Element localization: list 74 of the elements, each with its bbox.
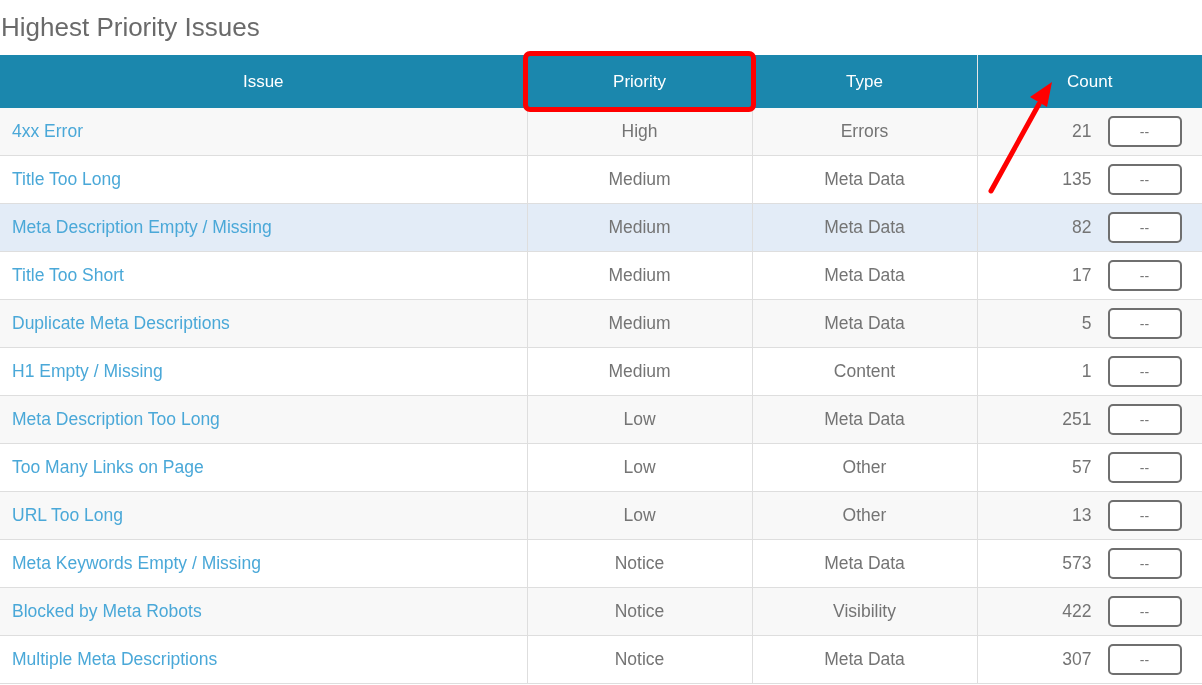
issue-link[interactable]: Too Many Links on Page — [12, 457, 204, 477]
issue-link[interactable]: 4xx Error — [12, 121, 83, 141]
table-row[interactable]: Meta Description Too Long Low Meta Data 251 -- — [0, 395, 1202, 444]
issue-link[interactable]: Multiple Meta Descriptions — [12, 649, 218, 669]
action-button[interactable]: -- — [1107, 452, 1182, 483]
issue-link[interactable]: Duplicate Meta Descriptions — [12, 313, 230, 333]
priority-text: Medium — [608, 265, 671, 285]
issue-link[interactable]: Title Too Long — [12, 169, 121, 189]
section-title: Highest Priority Issues — [0, 11, 261, 44]
action-button[interactable]: -- — [1107, 260, 1182, 291]
count-text: 422 — [1062, 601, 1092, 622]
priority-text: Notice — [614, 553, 665, 573]
priority-text: Medium — [608, 313, 671, 333]
table-row[interactable]: H1 Empty / Missing Medium Content 1 -- — [0, 347, 1202, 396]
issue-link[interactable]: Meta Keywords Empty / Missing — [12, 553, 261, 573]
type-text: Other — [842, 457, 887, 477]
count-text: 17 — [1072, 265, 1092, 286]
type-text: Content — [833, 361, 896, 381]
action-button[interactable]: -- — [1107, 308, 1182, 339]
action-button[interactable]: -- — [1107, 596, 1182, 627]
priority-text: Low — [623, 409, 656, 429]
priority-text: Medium — [608, 361, 671, 381]
priority-text: Low — [623, 505, 656, 525]
type-text: Meta Data — [824, 553, 905, 573]
issue-link[interactable]: Blocked by Meta Robots — [12, 601, 202, 621]
action-button[interactable]: -- — [1107, 212, 1182, 243]
count-text: 5 — [1081, 313, 1092, 334]
priority-text: Notice — [614, 601, 665, 621]
action-button[interactable]: -- — [1107, 116, 1182, 147]
priority-text: High — [621, 121, 658, 141]
count-text: 57 — [1072, 457, 1092, 478]
table-row[interactable]: Title Too Short Medium Meta Data 17 -- — [0, 251, 1202, 300]
count-text: 1 — [1081, 361, 1092, 382]
priority-text: Low — [623, 457, 656, 477]
table-row[interactable]: 4xx Error High Errors 21 -- — [0, 108, 1202, 156]
issue-link[interactable]: Meta Description Too Long — [12, 409, 220, 429]
action-button[interactable]: -- — [1107, 644, 1182, 675]
count-text: 13 — [1072, 505, 1092, 526]
action-button[interactable]: -- — [1107, 404, 1182, 435]
priority-text: Medium — [608, 169, 671, 189]
type-text: Visibility — [833, 601, 896, 621]
count-text: 307 — [1062, 649, 1092, 670]
count-text: 251 — [1062, 409, 1092, 430]
table-row[interactable]: URL Too Long Low Other 13 -- — [0, 491, 1202, 540]
count-text: 135 — [1062, 169, 1092, 190]
type-text: Meta Data — [824, 649, 905, 669]
column-header[interactable]: Count — [977, 55, 1202, 108]
type-text: Meta Data — [824, 409, 905, 429]
type-text: Meta Data — [824, 313, 905, 333]
issue-link[interactable]: URL Too Long — [12, 505, 123, 525]
count-text: 82 — [1072, 217, 1092, 238]
table-row[interactable]: Title Too Long Medium Meta Data 135 -- — [0, 155, 1202, 204]
count-text: 21 — [1072, 121, 1092, 142]
table-row[interactable]: Meta Keywords Empty / Missing Notice Meta Data 573 -- — [0, 539, 1202, 588]
table-row[interactable]: Multiple Meta Descriptions Notice Meta Data 307 -- — [0, 635, 1202, 684]
action-button[interactable]: -- — [1107, 164, 1182, 195]
priority-text: Notice — [614, 649, 665, 669]
table-row[interactable]: Meta Description Empty / Missing Medium Meta Data 82 -- — [0, 203, 1202, 252]
type-text: Errors — [840, 121, 889, 141]
priority-text: Medium — [608, 217, 671, 237]
table-row[interactable]: Blocked by Meta Robots Notice Visibility 422 -- — [0, 587, 1202, 636]
issue-link[interactable]: Meta Description Empty / Missing — [12, 217, 272, 237]
action-button[interactable]: -- — [1107, 548, 1182, 579]
type-text: Meta Data — [824, 265, 905, 285]
type-text: Meta Data — [824, 217, 905, 237]
type-text: Meta Data — [824, 169, 905, 189]
issue-link[interactable]: Title Too Short — [12, 265, 124, 285]
action-button[interactable]: -- — [1107, 500, 1182, 531]
table-row[interactable]: Duplicate Meta Descriptions Medium Meta Data 5 -- — [0, 299, 1202, 348]
table-row[interactable]: Too Many Links on Page Low Other 57 -- — [0, 443, 1202, 492]
issue-link[interactable]: H1 Empty / Missing — [12, 361, 163, 381]
count-text: 573 — [1062, 553, 1092, 574]
action-button[interactable]: -- — [1107, 356, 1182, 387]
type-text: Other — [842, 505, 887, 525]
